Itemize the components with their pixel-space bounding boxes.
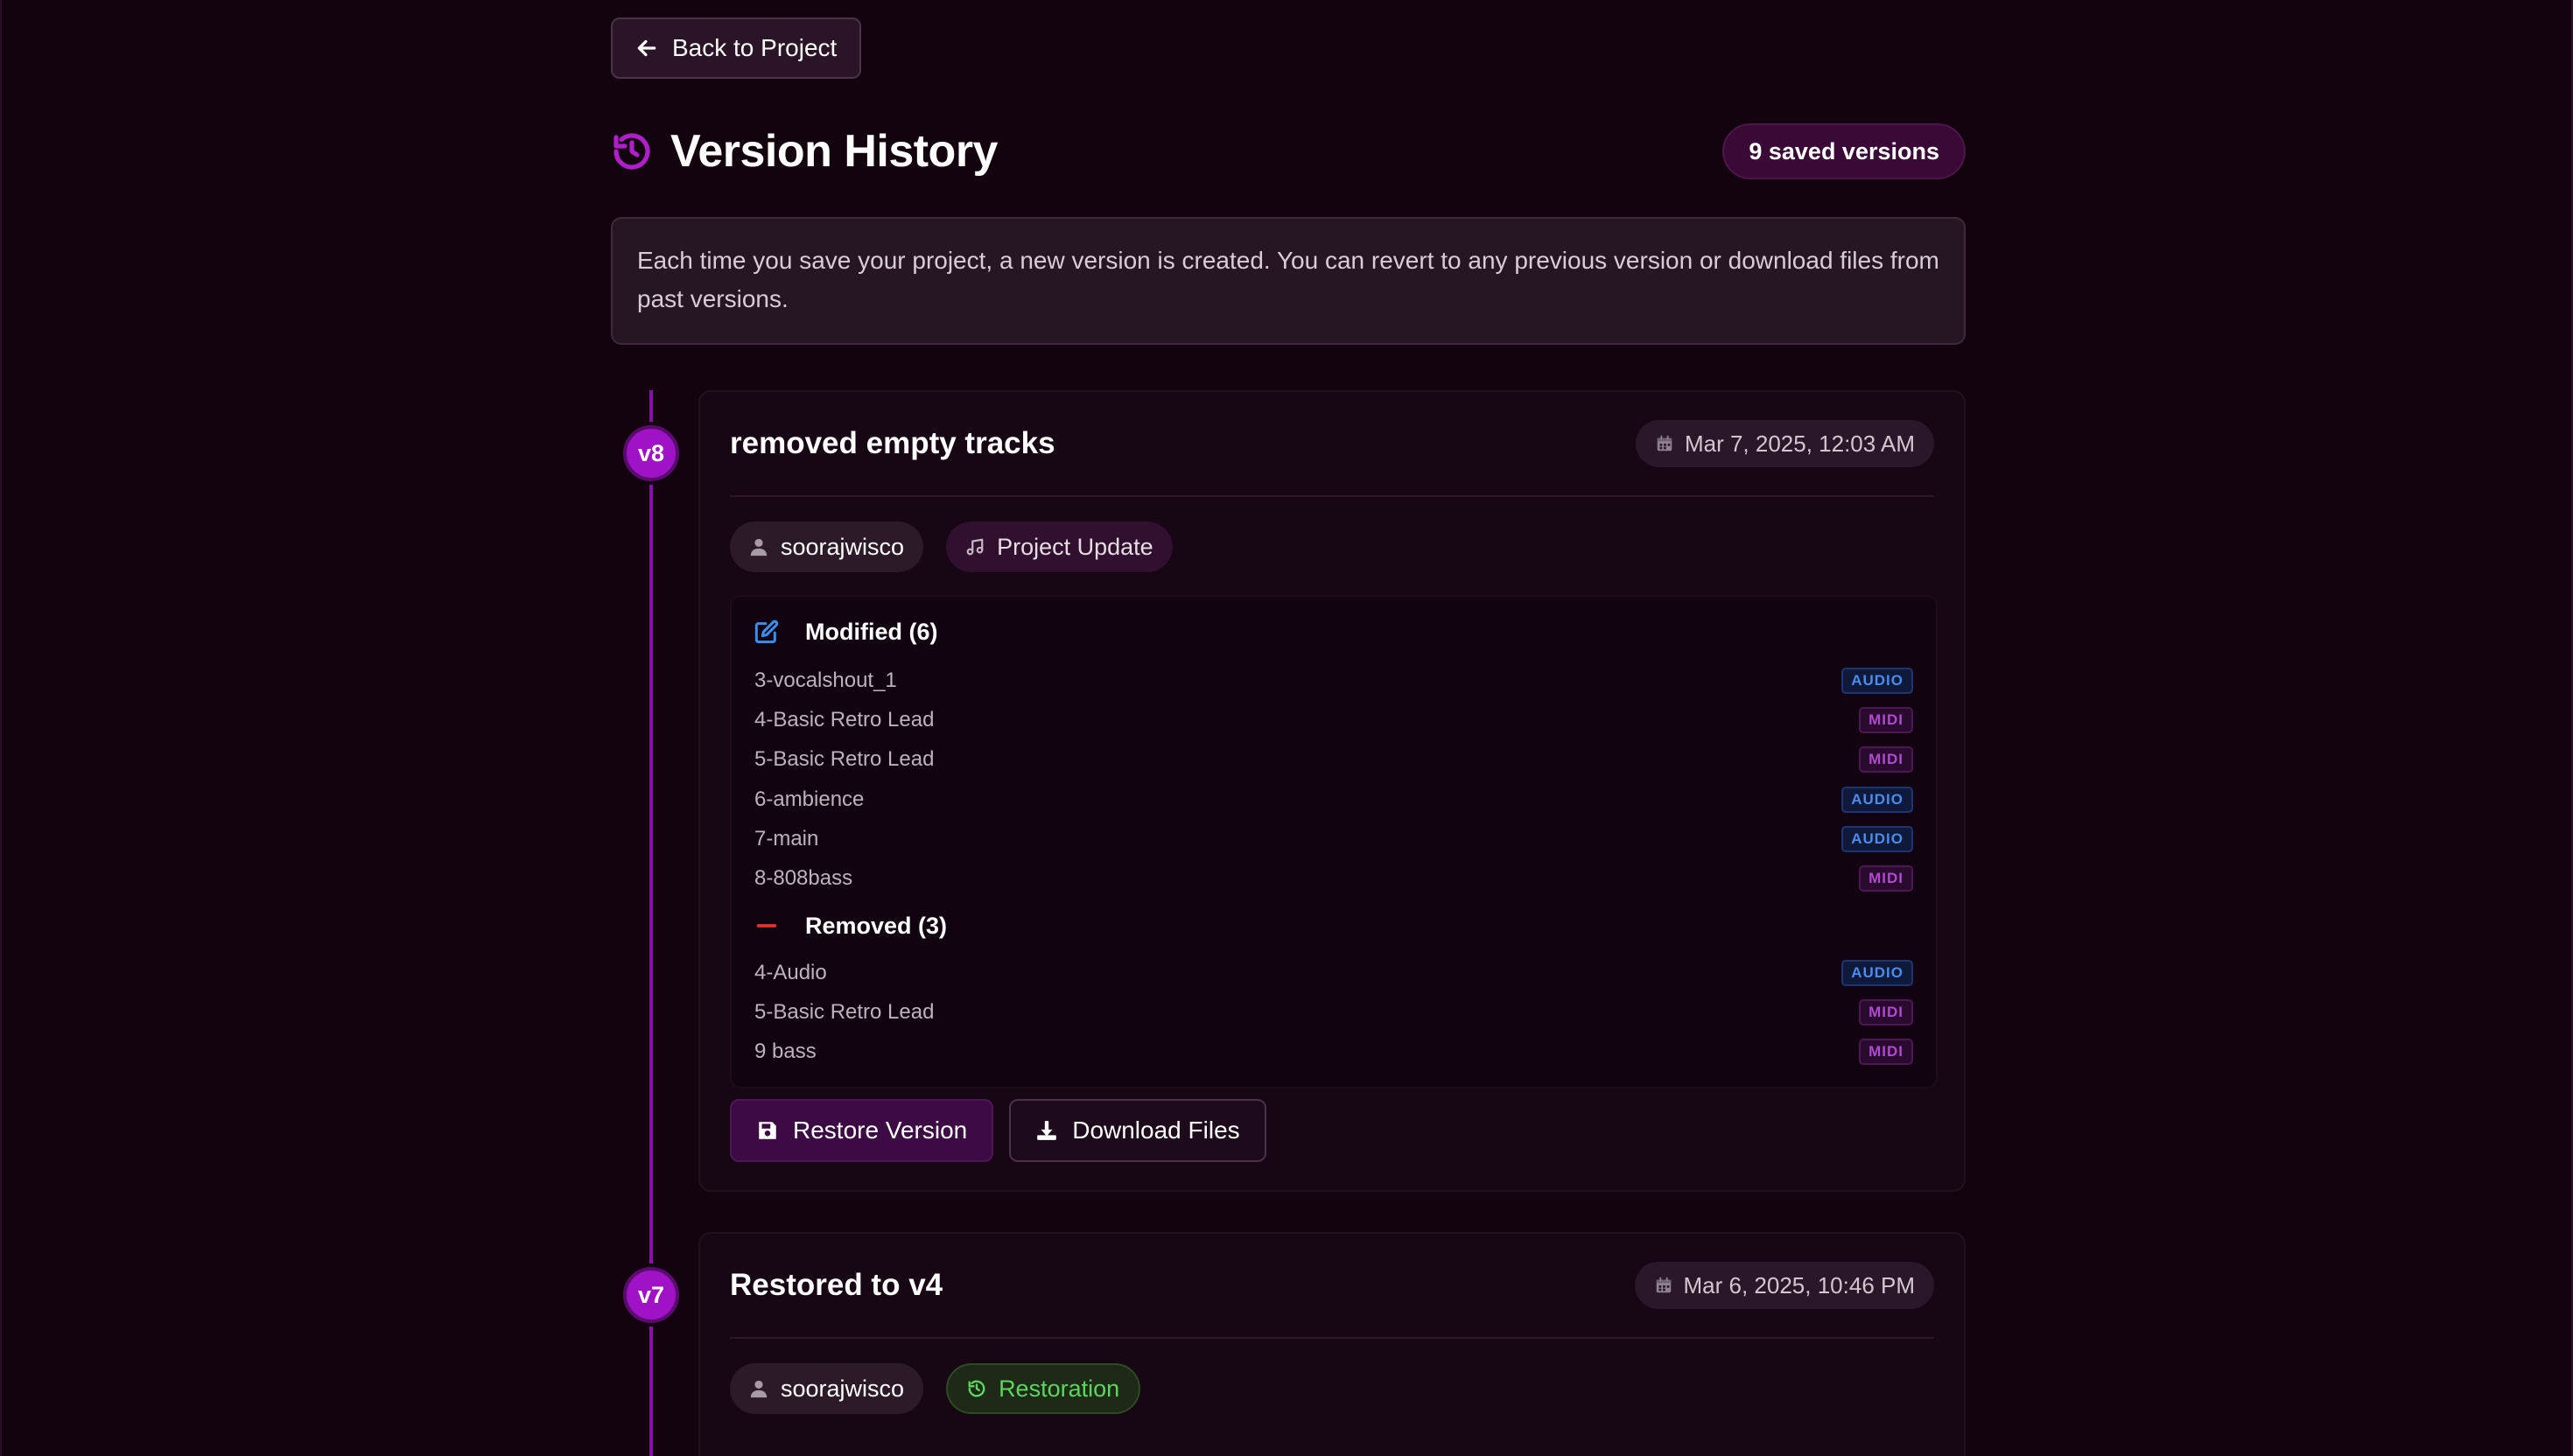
file-type-badge: AUDIO (1841, 668, 1913, 694)
file-row: 5-Basic Retro Lead MIDI (754, 993, 1913, 1032)
version-title: Restored to v4 (730, 1268, 943, 1302)
file-type-badge: AUDIO (1841, 787, 1913, 813)
file-row: 8-808bass MIDI (754, 859, 1913, 898)
version-card-header: Restored to v4 Mar 6, 2025, 10:46 PM (730, 1234, 1934, 1339)
file-row: 3-vocalshout_1 AUDIO (754, 662, 1913, 700)
file-row: 4-Basic Retro Lead MIDI (754, 701, 1913, 739)
download-files-button[interactable]: Download Files (1009, 1099, 1266, 1162)
restore-icon (968, 1380, 985, 1397)
title-group: Version History (611, 125, 998, 178)
version-badge: v7 (623, 1267, 679, 1323)
file-type-badge: MIDI (1859, 746, 1913, 773)
version-history-page: Back to Project Version History 9 saved … (0, 0, 2573, 1456)
version-card-header: removed empty tracks Mar 7, 2025, 12:03 … (730, 392, 1934, 497)
restore-version-button[interactable]: Restore Version (730, 1099, 994, 1162)
file-name: 5-Basic Retro Lead (754, 1000, 935, 1024)
user-icon (750, 1380, 768, 1398)
changes-panel: Modified (6) 3-vocalshout_1 AUDIO 4-Basi… (730, 595, 1938, 1088)
file-name: 5-Basic Retro Lead (754, 747, 935, 771)
restore-label: Restore Version (793, 1116, 968, 1144)
date-text: Mar 6, 2025, 10:46 PM (1683, 1271, 1915, 1298)
author-name: soorajwisco (781, 533, 905, 560)
file-name: 6-ambience (754, 788, 865, 811)
history-icon (613, 133, 650, 170)
minus-icon (756, 924, 777, 928)
file-type-badge: MIDI (1859, 999, 1913, 1026)
edit-icon (754, 620, 779, 644)
user-icon (750, 538, 768, 556)
version-badge: v8 (623, 425, 679, 481)
page-title: Version History (670, 126, 998, 177)
file-name: 4-Audio (754, 961, 827, 984)
back-to-project-button[interactable]: Back to Project (611, 18, 862, 79)
removed-label: Removed (3) (805, 912, 948, 939)
removed-heading: Removed (3) (754, 908, 947, 943)
back-label: Back to Project (672, 34, 838, 61)
file-name: 4-Basic Retro Lead (754, 708, 935, 732)
file-name: 3-vocalshout_1 (754, 668, 897, 692)
save-icon (759, 1122, 776, 1139)
calendar-icon (1657, 435, 1672, 452)
download-icon (1037, 1121, 1057, 1140)
file-row: 9 bass MIDI (754, 1032, 1913, 1071)
file-row: 7-main AUDIO (754, 820, 1913, 858)
file-type-badge: MIDI (1859, 1039, 1913, 1065)
author-name: soorajwisco (781, 1375, 905, 1402)
file-name: 7-main (754, 827, 819, 850)
date-text: Mar 7, 2025, 12:03 AM (1684, 430, 1915, 457)
file-row: 5-Basic Retro Lead MIDI (754, 740, 1913, 779)
calendar-icon (1656, 1277, 1671, 1293)
restoration-label: Restoration (999, 1375, 1120, 1402)
version-date: Mar 7, 2025, 12:03 AM (1635, 420, 1934, 467)
modified-label: Modified (6) (805, 618, 938, 645)
update-type-label: Project Update (997, 533, 1153, 560)
saved-versions-badge: 9 saved versions (1722, 123, 1966, 179)
file-type-badge: AUDIO (1841, 960, 1913, 986)
file-row: 6-ambience AUDIO (754, 780, 1913, 819)
page-header: Version History 9 saved versions (611, 114, 1966, 189)
version-tags: soorajwisco Project Update (730, 522, 1173, 572)
version-tags: soorajwisco Restoration (730, 1363, 1141, 1414)
update-type-tag: Project Update (946, 522, 1173, 572)
version-actions: Restore Version Download Files (730, 1099, 1266, 1162)
file-type-badge: MIDI (1859, 865, 1913, 892)
author-tag: soorajwisco (730, 522, 924, 572)
version-card: removed empty tracks Mar 7, 2025, 12:03 … (698, 390, 1966, 1192)
file-type-badge: AUDIO (1841, 826, 1913, 852)
info-message: Each time you save your project, a new v… (611, 217, 1966, 345)
file-type-badge: MIDI (1859, 707, 1913, 733)
restoration-tag: Restoration (946, 1363, 1141, 1414)
file-name: 9 bass (754, 1040, 817, 1063)
version-date: Mar 6, 2025, 10:46 PM (1634, 1262, 1934, 1309)
author-tag: soorajwisco (730, 1363, 924, 1414)
file-row: 4-Audio AUDIO (754, 954, 1913, 992)
version-card: Restored to v4 Mar 6, 2025, 10:46 PM soo… (698, 1232, 1966, 1456)
music-note-icon (966, 538, 984, 556)
version-title: removed empty tracks (730, 426, 1055, 460)
modified-heading: Modified (6) (754, 614, 937, 649)
file-name: 8-808bass (754, 866, 853, 890)
download-label: Download Files (1072, 1116, 1240, 1144)
arrow-left-icon (637, 39, 656, 57)
